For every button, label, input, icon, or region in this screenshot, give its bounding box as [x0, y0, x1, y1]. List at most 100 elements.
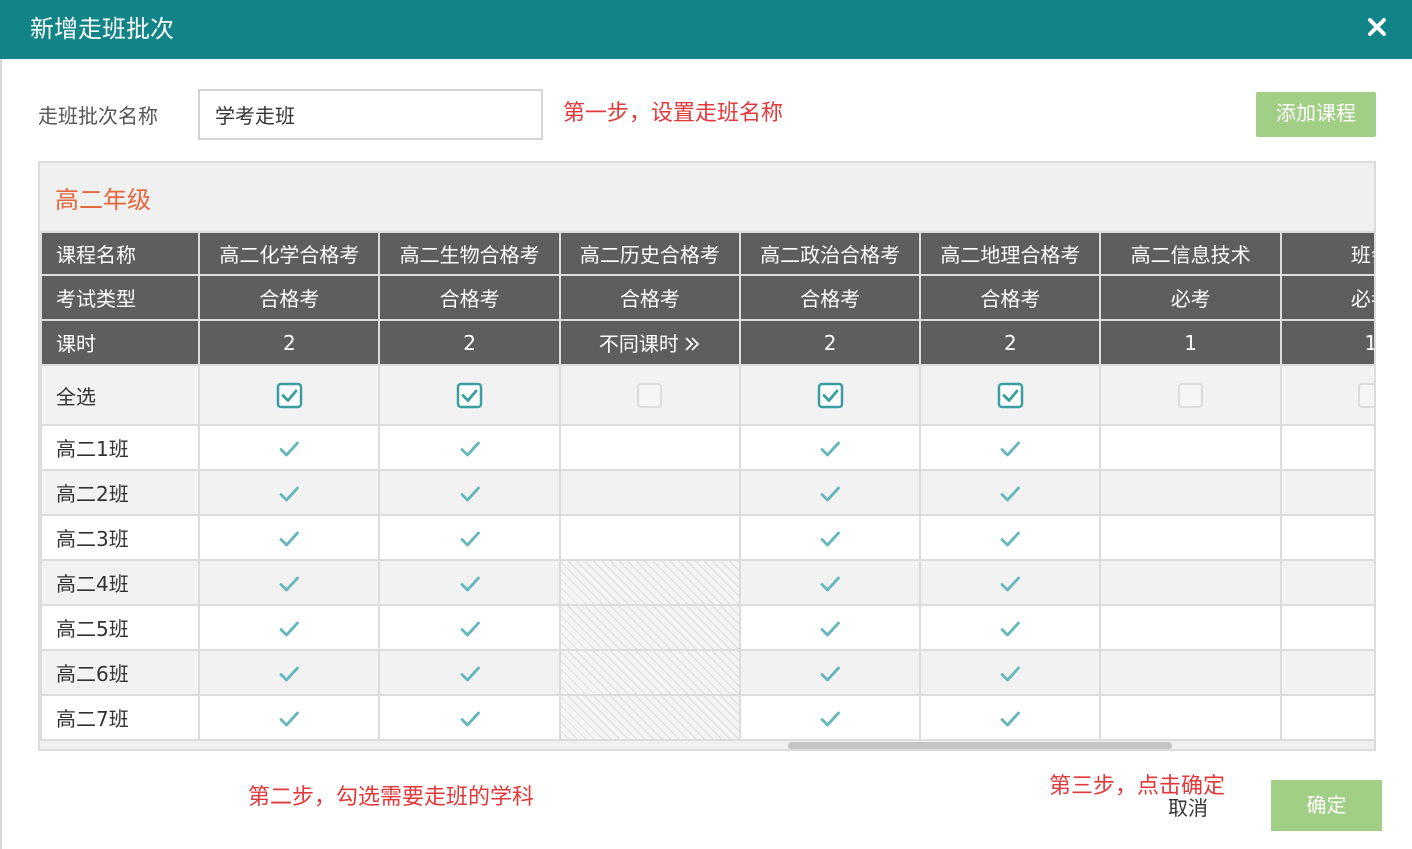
checkbox-checked-icon[interactable]: [456, 382, 483, 409]
class-row: 高二3班: [40, 514, 1374, 561]
disabled-cell: [558, 604, 741, 651]
selection-cell[interactable]: [1279, 514, 1374, 561]
check-mark-icon: [278, 663, 300, 685]
hours-cell: 2: [378, 319, 561, 366]
course-name: 班会: [1350, 243, 1374, 267]
check-mark-icon: [278, 438, 300, 460]
selection-cell[interactable]: [198, 649, 381, 696]
course-table-viewport[interactable]: 课程名称 高二化学合格考 高二生物合格考 高二历史合格考 高二政治合格考 高二地理合格考高…: [40, 231, 1374, 741]
selection-cell[interactable]: [738, 649, 922, 696]
check-mark-icon: [999, 573, 1021, 595]
hours-value: 不同课时: [598, 332, 679, 356]
batch-name-input[interactable]: [198, 89, 543, 140]
hours-cell: 1: [1279, 319, 1374, 366]
checkbox-unchecked-icon[interactable]: [1177, 382, 1204, 409]
selection-cell[interactable]: [1099, 514, 1282, 561]
course-name: 高二地理合格考: [940, 243, 1081, 267]
selection-cell[interactable]: [919, 694, 1102, 741]
selection-cell[interactable]: [738, 424, 922, 471]
selection-cell[interactable]: [558, 424, 741, 471]
selection-cell[interactable]: [919, 559, 1102, 606]
selection-cell[interactable]: [1279, 694, 1374, 741]
hours-row: 课时 2 2 不同课时 2 2 1 1: [40, 319, 1374, 366]
horizontal-scrollbar[interactable]: [40, 741, 1374, 749]
row-header-course-name: 课程名称: [40, 231, 201, 276]
confirm-button[interactable]: 确定: [1271, 780, 1382, 831]
check-mark-icon: [999, 528, 1021, 550]
selection-cell[interactable]: [1279, 649, 1374, 696]
selection-cell[interactable]: [198, 604, 381, 651]
class-name: 高二6班: [56, 662, 129, 686]
selection-cell[interactable]: [738, 514, 922, 561]
course-name-cell: 高二信息技术: [1099, 231, 1282, 276]
selection-cell[interactable]: [378, 694, 561, 741]
class-name-cell: 高二4班: [40, 559, 201, 606]
selection-cell[interactable]: [198, 469, 381, 516]
selection-cell[interactable]: [198, 694, 381, 741]
selection-cell[interactable]: [1099, 559, 1282, 606]
checkbox-unchecked-icon[interactable]: [1357, 382, 1374, 409]
close-icon[interactable]: [1364, 14, 1390, 40]
select-all-cell: [558, 364, 741, 426]
selection-cell[interactable]: [378, 649, 561, 696]
selection-cell[interactable]: [558, 469, 741, 516]
selection-cell[interactable]: [1099, 604, 1282, 651]
selection-cell[interactable]: [378, 469, 561, 516]
hours-cell: 2: [198, 319, 381, 366]
selection-cell[interactable]: [378, 514, 561, 561]
select-all-cell: [1279, 364, 1374, 426]
select-all-row: 全选: [40, 364, 1374, 426]
checkbox-checked-icon[interactable]: [817, 382, 844, 409]
check-mark-icon: [999, 483, 1021, 505]
selection-cell[interactable]: [738, 694, 922, 741]
selection-cell[interactable]: [738, 559, 922, 606]
checkbox-unchecked-icon[interactable]: [636, 382, 663, 409]
check-mark-icon: [819, 483, 841, 505]
selection-cell[interactable]: [919, 424, 1102, 471]
selection-cell[interactable]: [198, 424, 381, 471]
class-name: 高二1班: [56, 437, 129, 461]
select-all-cell: [738, 364, 922, 426]
selection-cell[interactable]: [1099, 694, 1282, 741]
check-mark-icon: [278, 573, 300, 595]
checkbox-checked-icon[interactable]: [276, 382, 303, 409]
selection-cell[interactable]: [919, 604, 1102, 651]
course-name: 高二历史合格考: [579, 243, 720, 267]
selection-cell[interactable]: [1279, 469, 1374, 516]
exam-type-cell: 必考: [1099, 274, 1282, 321]
exam-type-row: 考试类型 合格考 合格考 合格考 合格考 合格考 必考 必考: [40, 274, 1374, 321]
selection-cell[interactable]: [198, 559, 381, 606]
selection-cell[interactable]: [738, 604, 922, 651]
check-mark-icon: [459, 438, 481, 460]
course-name-cell: 班会: [1279, 231, 1374, 276]
selection-cell[interactable]: [378, 604, 561, 651]
exam-type: 合格考: [980, 287, 1041, 311]
selection-cell[interactable]: [1099, 469, 1282, 516]
selection-cell[interactable]: [919, 649, 1102, 696]
double-chevron-right-icon[interactable]: [683, 334, 701, 352]
hours-cell[interactable]: 不同课时: [558, 319, 741, 366]
checkbox-checked-icon[interactable]: [997, 382, 1024, 409]
selection-cell[interactable]: [558, 514, 741, 561]
cancel-button[interactable]: 取消: [1168, 794, 1208, 822]
selection-cell[interactable]: [919, 514, 1102, 561]
selection-cell[interactable]: [198, 514, 381, 561]
selection-cell[interactable]: [738, 469, 922, 516]
dialog-title: 新增走班批次: [30, 15, 174, 43]
exam-type: 合格考: [439, 287, 500, 311]
selection-cell[interactable]: [1279, 604, 1374, 651]
add-course-button[interactable]: 添加课程: [1256, 92, 1376, 137]
class-row: 高二1班: [40, 424, 1374, 471]
selection-cell[interactable]: [1279, 424, 1374, 471]
class-name: 高二3班: [56, 527, 129, 551]
selection-cell[interactable]: [378, 424, 561, 471]
course-name: 高二化学合格考: [219, 243, 360, 267]
selection-cell[interactable]: [1099, 649, 1282, 696]
scrollbar-thumb[interactable]: [788, 742, 1172, 749]
selection-cell[interactable]: [378, 559, 561, 606]
selection-cell[interactable]: [919, 469, 1102, 516]
selection-cell[interactable]: [1099, 424, 1282, 471]
exam-type: 合格考: [800, 287, 861, 311]
selection-cell[interactable]: [1279, 559, 1374, 606]
step1-annotation: 第一步，设置走班名称: [563, 101, 784, 126]
